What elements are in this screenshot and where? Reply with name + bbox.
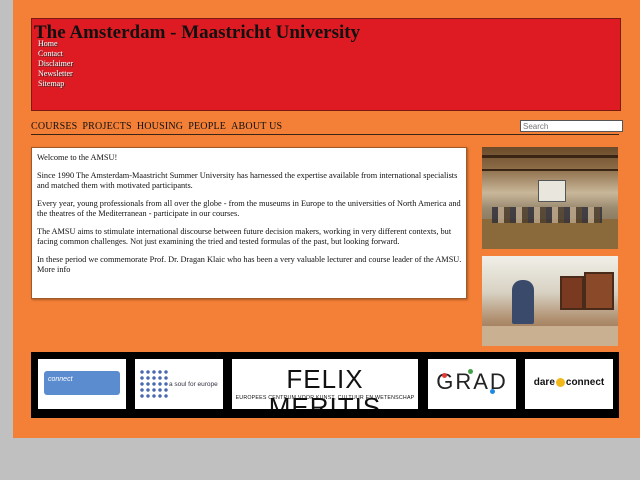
content-paragraph: Every year, young professionals from all… (37, 199, 461, 218)
dc-logo-left: dare (533, 377, 555, 388)
site-header: The Amsterdam - Maastricht University Ho… (31, 18, 621, 111)
util-link-sitemap[interactable]: Sitemap (38, 79, 73, 89)
projection-screen (538, 180, 566, 202)
photo-beam (482, 169, 618, 171)
painting-easel (584, 272, 614, 310)
gc-logo-shape (44, 371, 120, 395)
main-nav: COURSES PROJECTS HOUSING PEOPLE ABOUT US (31, 121, 282, 132)
photo-person (512, 280, 534, 324)
felix-meritis-logo[interactable]: FELIX MERITIS EUROPEES CENTRUM VOOR KUNS… (232, 359, 418, 409)
content-paragraph: In these period we commemorate Prof. Dr.… (37, 255, 462, 274)
nav-people[interactable]: PEOPLE (188, 121, 226, 132)
photo-table (482, 326, 618, 346)
grad-logo[interactable]: GRAD (428, 359, 516, 409)
painting-easel (560, 276, 584, 310)
search-input[interactable] (520, 120, 623, 132)
nav-courses[interactable]: COURSES (31, 121, 77, 132)
sfe-logo-text: a soul for europe (169, 381, 218, 388)
nav-about-us[interactable]: ABOUT US (231, 121, 282, 132)
photo-beam (482, 155, 618, 158)
dc-logo-text: dare connect (525, 377, 613, 388)
site-title: The Amsterdam - Maastricht University (34, 22, 361, 43)
circle-icon (555, 377, 565, 387)
content-paragraph: Since 1990 The Amsterdam-Maastricht Summ… (37, 171, 458, 190)
page-container: The Amsterdam - Maastricht University Ho… (13, 0, 640, 438)
dc-logo-right: connect (565, 377, 605, 388)
audience (492, 207, 602, 223)
nav-projects[interactable]: PROJECTS (82, 121, 131, 132)
nav-divider (31, 134, 619, 135)
fm-logo-subtitle: EUROPEES CENTRUM VOOR KUNST, CULTUUR EN … (235, 395, 415, 401)
partner-logos-bar: connect a soul for europe FELIX MERITIS … (31, 352, 619, 418)
nav-housing[interactable]: HOUSING (137, 121, 183, 132)
util-link-disclaimer[interactable]: Disclaimer (38, 59, 73, 69)
welcome-content: Welcome to the AMSU! Since 1990 The Amst… (31, 147, 467, 299)
workshop-photo (482, 256, 618, 346)
soul-for-europe-logo[interactable]: a soul for europe (135, 359, 223, 409)
blue-dot-icon (490, 389, 495, 394)
red-dot-icon (442, 373, 447, 378)
gc-connect-logo[interactable]: connect (38, 359, 126, 409)
lecture-room-photo (482, 147, 618, 249)
welcome-heading: Welcome to the AMSU! (37, 153, 118, 162)
util-link-newsletter[interactable]: Newsletter (38, 69, 73, 79)
green-dot-icon (468, 369, 473, 374)
dare-to-connect-logo[interactable]: dare connect (525, 359, 613, 409)
dots-icon (139, 369, 169, 399)
photo-floor (482, 219, 618, 249)
util-link-home[interactable]: Home (38, 39, 73, 49)
util-link-contact[interactable]: Contact (38, 49, 73, 59)
utility-nav: Home Contact Disclaimer Newsletter Sitem… (38, 39, 73, 89)
fm-logo-title: FELIX MERITIS (268, 364, 382, 409)
gc-logo-text: connect (48, 376, 73, 383)
content-paragraph: The AMSU aims to stimulate international… (37, 227, 452, 246)
